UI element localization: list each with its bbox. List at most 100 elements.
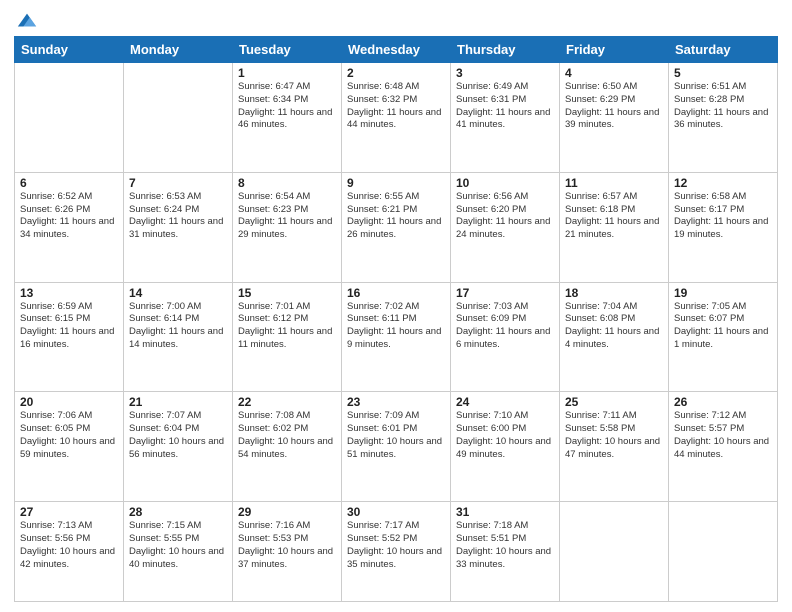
day-number: 9 [347, 176, 445, 190]
calendar-cell: 7Sunrise: 6:53 AM Sunset: 6:24 PM Daylig… [124, 172, 233, 282]
calendar-cell: 19Sunrise: 7:05 AM Sunset: 6:07 PM Dayli… [669, 282, 778, 392]
day-number: 5 [674, 66, 772, 80]
calendar-cell: 16Sunrise: 7:02 AM Sunset: 6:11 PM Dayli… [342, 282, 451, 392]
day-number: 14 [129, 286, 227, 300]
day-info: Sunrise: 6:51 AM Sunset: 6:28 PM Dayligh… [674, 81, 772, 132]
calendar-cell [15, 63, 124, 173]
day-info: Sunrise: 7:18 AM Sunset: 5:51 PM Dayligh… [456, 520, 554, 571]
day-info: Sunrise: 6:53 AM Sunset: 6:24 PM Dayligh… [129, 191, 227, 242]
calendar-cell: 8Sunrise: 6:54 AM Sunset: 6:23 PM Daylig… [233, 172, 342, 282]
day-number: 15 [238, 286, 336, 300]
day-number: 13 [20, 286, 118, 300]
calendar-cell: 15Sunrise: 7:01 AM Sunset: 6:12 PM Dayli… [233, 282, 342, 392]
day-info: Sunrise: 7:13 AM Sunset: 5:56 PM Dayligh… [20, 520, 118, 571]
day-info: Sunrise: 6:50 AM Sunset: 6:29 PM Dayligh… [565, 81, 663, 132]
day-info: Sunrise: 7:10 AM Sunset: 6:00 PM Dayligh… [456, 410, 554, 461]
calendar-cell: 26Sunrise: 7:12 AM Sunset: 5:57 PM Dayli… [669, 392, 778, 502]
calendar-cell [124, 63, 233, 173]
calendar-cell: 18Sunrise: 7:04 AM Sunset: 6:08 PM Dayli… [560, 282, 669, 392]
day-info: Sunrise: 7:02 AM Sunset: 6:11 PM Dayligh… [347, 301, 445, 352]
day-number: 16 [347, 286, 445, 300]
day-number: 29 [238, 505, 336, 519]
calendar-cell [560, 502, 669, 602]
header [14, 10, 778, 28]
day-number: 10 [456, 176, 554, 190]
day-number: 4 [565, 66, 663, 80]
calendar-cell: 24Sunrise: 7:10 AM Sunset: 6:00 PM Dayli… [451, 392, 560, 502]
day-number: 31 [456, 505, 554, 519]
day-info: Sunrise: 6:59 AM Sunset: 6:15 PM Dayligh… [20, 301, 118, 352]
day-info: Sunrise: 7:06 AM Sunset: 6:05 PM Dayligh… [20, 410, 118, 461]
day-info: Sunrise: 6:48 AM Sunset: 6:32 PM Dayligh… [347, 81, 445, 132]
weekday-header-row: SundayMondayTuesdayWednesdayThursdayFrid… [15, 37, 778, 63]
day-info: Sunrise: 7:03 AM Sunset: 6:09 PM Dayligh… [456, 301, 554, 352]
weekday-header-friday: Friday [560, 37, 669, 63]
day-info: Sunrise: 6:58 AM Sunset: 6:17 PM Dayligh… [674, 191, 772, 242]
calendar-cell: 29Sunrise: 7:16 AM Sunset: 5:53 PM Dayli… [233, 502, 342, 602]
calendar-cell: 11Sunrise: 6:57 AM Sunset: 6:18 PM Dayli… [560, 172, 669, 282]
calendar-week-3: 13Sunrise: 6:59 AM Sunset: 6:15 PM Dayli… [15, 282, 778, 392]
day-info: Sunrise: 7:16 AM Sunset: 5:53 PM Dayligh… [238, 520, 336, 571]
page: SundayMondayTuesdayWednesdayThursdayFrid… [0, 0, 792, 612]
day-info: Sunrise: 6:57 AM Sunset: 6:18 PM Dayligh… [565, 191, 663, 242]
day-number: 28 [129, 505, 227, 519]
calendar-cell: 13Sunrise: 6:59 AM Sunset: 6:15 PM Dayli… [15, 282, 124, 392]
weekday-header-thursday: Thursday [451, 37, 560, 63]
calendar-cell [669, 502, 778, 602]
day-number: 8 [238, 176, 336, 190]
day-number: 18 [565, 286, 663, 300]
day-info: Sunrise: 6:56 AM Sunset: 6:20 PM Dayligh… [456, 191, 554, 242]
calendar-cell: 30Sunrise: 7:17 AM Sunset: 5:52 PM Dayli… [342, 502, 451, 602]
weekday-header-wednesday: Wednesday [342, 37, 451, 63]
day-number: 12 [674, 176, 772, 190]
day-number: 26 [674, 395, 772, 409]
day-number: 22 [238, 395, 336, 409]
day-info: Sunrise: 7:17 AM Sunset: 5:52 PM Dayligh… [347, 520, 445, 571]
day-number: 3 [456, 66, 554, 80]
calendar-week-2: 6Sunrise: 6:52 AM Sunset: 6:26 PM Daylig… [15, 172, 778, 282]
day-info: Sunrise: 7:11 AM Sunset: 5:58 PM Dayligh… [565, 410, 663, 461]
calendar-cell: 20Sunrise: 7:06 AM Sunset: 6:05 PM Dayli… [15, 392, 124, 502]
calendar-cell: 27Sunrise: 7:13 AM Sunset: 5:56 PM Dayli… [15, 502, 124, 602]
day-info: Sunrise: 7:09 AM Sunset: 6:01 PM Dayligh… [347, 410, 445, 461]
day-number: 23 [347, 395, 445, 409]
calendar-cell: 14Sunrise: 7:00 AM Sunset: 6:14 PM Dayli… [124, 282, 233, 392]
calendar-cell: 10Sunrise: 6:56 AM Sunset: 6:20 PM Dayli… [451, 172, 560, 282]
day-info: Sunrise: 7:07 AM Sunset: 6:04 PM Dayligh… [129, 410, 227, 461]
calendar-cell: 1Sunrise: 6:47 AM Sunset: 6:34 PM Daylig… [233, 63, 342, 173]
day-info: Sunrise: 6:55 AM Sunset: 6:21 PM Dayligh… [347, 191, 445, 242]
day-number: 25 [565, 395, 663, 409]
weekday-header-sunday: Sunday [15, 37, 124, 63]
day-info: Sunrise: 7:12 AM Sunset: 5:57 PM Dayligh… [674, 410, 772, 461]
day-number: 6 [20, 176, 118, 190]
weekday-header-saturday: Saturday [669, 37, 778, 63]
day-info: Sunrise: 7:08 AM Sunset: 6:02 PM Dayligh… [238, 410, 336, 461]
day-number: 2 [347, 66, 445, 80]
calendar-cell: 21Sunrise: 7:07 AM Sunset: 6:04 PM Dayli… [124, 392, 233, 502]
calendar-cell: 17Sunrise: 7:03 AM Sunset: 6:09 PM Dayli… [451, 282, 560, 392]
calendar-cell: 4Sunrise: 6:50 AM Sunset: 6:29 PM Daylig… [560, 63, 669, 173]
day-info: Sunrise: 6:49 AM Sunset: 6:31 PM Dayligh… [456, 81, 554, 132]
day-info: Sunrise: 7:04 AM Sunset: 6:08 PM Dayligh… [565, 301, 663, 352]
day-info: Sunrise: 6:47 AM Sunset: 6:34 PM Dayligh… [238, 81, 336, 132]
day-number: 17 [456, 286, 554, 300]
calendar-week-1: 1Sunrise: 6:47 AM Sunset: 6:34 PM Daylig… [15, 63, 778, 173]
day-number: 1 [238, 66, 336, 80]
logo [14, 10, 38, 28]
calendar-cell: 3Sunrise: 6:49 AM Sunset: 6:31 PM Daylig… [451, 63, 560, 173]
day-info: Sunrise: 7:00 AM Sunset: 6:14 PM Dayligh… [129, 301, 227, 352]
day-number: 30 [347, 505, 445, 519]
day-number: 7 [129, 176, 227, 190]
day-number: 27 [20, 505, 118, 519]
calendar-cell: 23Sunrise: 7:09 AM Sunset: 6:01 PM Dayli… [342, 392, 451, 502]
day-info: Sunrise: 7:01 AM Sunset: 6:12 PM Dayligh… [238, 301, 336, 352]
day-info: Sunrise: 7:15 AM Sunset: 5:55 PM Dayligh… [129, 520, 227, 571]
calendar-cell: 6Sunrise: 6:52 AM Sunset: 6:26 PM Daylig… [15, 172, 124, 282]
day-number: 20 [20, 395, 118, 409]
weekday-header-monday: Monday [124, 37, 233, 63]
day-number: 19 [674, 286, 772, 300]
calendar-cell: 31Sunrise: 7:18 AM Sunset: 5:51 PM Dayli… [451, 502, 560, 602]
day-info: Sunrise: 7:05 AM Sunset: 6:07 PM Dayligh… [674, 301, 772, 352]
logo-icon [16, 10, 38, 32]
calendar-cell: 22Sunrise: 7:08 AM Sunset: 6:02 PM Dayli… [233, 392, 342, 502]
